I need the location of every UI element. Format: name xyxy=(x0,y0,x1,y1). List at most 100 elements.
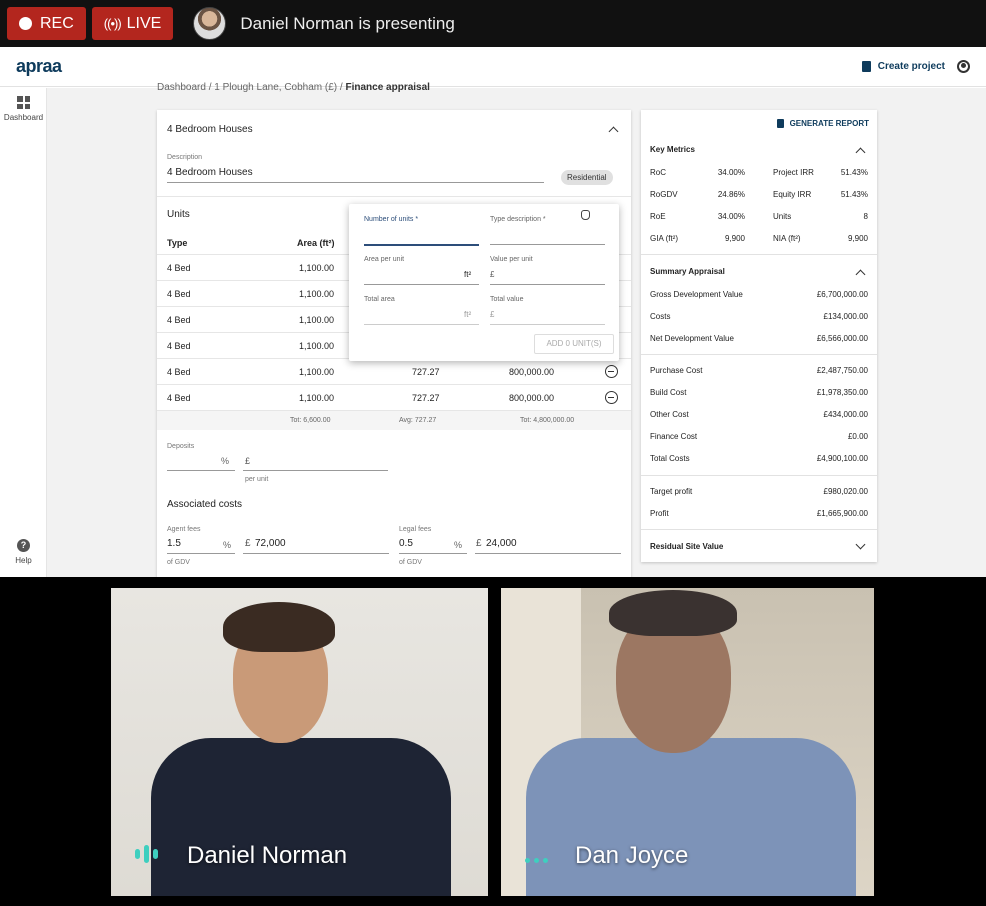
summary-label: Profit xyxy=(650,509,669,518)
value-per-unit-field[interactable] xyxy=(490,284,605,285)
units-heading: Units xyxy=(167,209,190,220)
participant-video-tile[interactable]: Dan Joyce xyxy=(501,588,874,896)
deposits-amount-field[interactable] xyxy=(243,470,388,471)
metric-value: 24.86% xyxy=(717,190,745,199)
summary-label: Purchase Cost xyxy=(650,366,703,375)
account-icon[interactable] xyxy=(957,60,970,73)
broadcast-icon: ((•)) xyxy=(103,16,122,31)
description-field[interactable]: 4 Bedroom Houses xyxy=(167,167,253,178)
summary-value: £0.00 xyxy=(847,432,868,441)
participant-video-tile[interactable]: Daniel Norman xyxy=(111,588,488,896)
table-row[interactable]: 4 Bed 1,100.00 727.27 800,000.00 xyxy=(157,358,631,384)
summary-value: £134,000.00 xyxy=(823,312,869,321)
area-per-unit-unit: ft² xyxy=(464,270,472,279)
breadcrumb-dashboard[interactable]: Dashboard xyxy=(157,82,206,93)
divider xyxy=(641,354,877,355)
remove-row-icon[interactable] xyxy=(605,391,618,404)
add-units-popover: Number of units * Type description * Are… xyxy=(349,204,619,361)
deposits-currency: £ xyxy=(245,456,251,466)
average-rate: Avg: 727.27 xyxy=(399,417,437,424)
agent-fees-amount-underline xyxy=(243,553,389,554)
divider xyxy=(641,254,877,255)
total-area: Tot: 6,600.00 xyxy=(290,417,331,424)
metric-value: 51.43% xyxy=(840,168,868,177)
row-type: 4 Bed xyxy=(167,393,191,403)
metric-label: Project IRR xyxy=(773,168,814,177)
summary-chevron-icon[interactable] xyxy=(855,269,866,280)
area-per-unit-field[interactable] xyxy=(364,284,479,285)
type-description-field[interactable] xyxy=(490,244,605,245)
row-type: 4 Bed xyxy=(167,263,191,273)
metric-label: NIA (ft²) xyxy=(773,234,801,243)
row-type: 4 Bed xyxy=(167,315,191,325)
live-button[interactable]: ((•)) LIVE xyxy=(91,7,174,40)
residual-site-value-title[interactable]: Residual Site Value xyxy=(650,542,723,551)
agent-fees-label: Agent fees xyxy=(167,526,201,533)
deposits-pct-field[interactable] xyxy=(167,470,235,471)
breadcrumb-current: Finance appraisal xyxy=(345,82,430,93)
number-of-units-field[interactable] xyxy=(364,244,479,246)
key-metrics-title: Key Metrics xyxy=(650,145,695,154)
legal-fees-label: Legal fees xyxy=(399,526,432,533)
table-row[interactable]: 4 Bed 1,100.00 727.27 800,000.00 xyxy=(157,384,631,410)
summary-label: Gross Development Value xyxy=(650,290,743,299)
metric-label: RoC xyxy=(650,168,667,177)
collapse-chevron-icon[interactable] xyxy=(608,126,619,137)
nav-dashboard[interactable]: Dashboard xyxy=(0,96,47,122)
summary-label: Finance Cost xyxy=(650,432,698,441)
row-area: 1,100.00 xyxy=(299,367,335,377)
legal-fees-amount-field[interactable]: 24,000 xyxy=(486,538,517,549)
app-header: apraa Create project xyxy=(0,47,986,87)
row-value: 800,000.00 xyxy=(509,393,555,403)
agent-fees-amount-field[interactable]: 72,000 xyxy=(255,538,286,549)
column-header-area: Area (ft²) xyxy=(297,238,335,248)
column-header-type: Type xyxy=(167,238,188,248)
metric-value: 34.00% xyxy=(717,168,745,177)
add-units-button[interactable]: ADD 0 UNIT(S) xyxy=(534,334,614,354)
nav-dashboard-label: Dashboard xyxy=(3,113,44,122)
associated-costs-heading: Associated costs xyxy=(167,499,243,510)
key-metrics-chevron-icon[interactable] xyxy=(855,147,866,158)
agent-fees-currency: £ xyxy=(245,538,251,549)
row-type: 4 Bed xyxy=(167,289,191,299)
metric-label: RoGDV xyxy=(650,190,678,199)
summary-label: Target profit xyxy=(650,487,693,496)
total-value-currency: £ xyxy=(490,310,495,319)
legal-fees-pct-field[interactable]: 0.5 xyxy=(399,538,413,549)
summary-value: £1,978,350.00 xyxy=(816,388,868,397)
nav-help[interactable]: ? Help xyxy=(0,539,47,565)
legal-fees-pct-underline xyxy=(399,553,467,554)
breadcrumb-project[interactable]: 1 Plough Lane, Cobham (£) xyxy=(214,82,337,93)
description-underline xyxy=(167,182,544,183)
rec-label: REC xyxy=(40,14,74,32)
app-logo[interactable]: apraa xyxy=(16,56,62,77)
summary-value: £6,700,000.00 xyxy=(816,290,868,299)
unit-group-title: 4 Bedroom Houses xyxy=(167,124,253,135)
dashboard-icon xyxy=(17,96,30,109)
row-area: 1,100.00 xyxy=(299,289,335,299)
total-value-label: Total value xyxy=(490,296,524,303)
category-chip[interactable]: Residential xyxy=(561,170,613,185)
metric-value: 9,900 xyxy=(847,234,868,243)
create-project-button[interactable]: Create project xyxy=(878,61,945,72)
row-rate: 727.27 xyxy=(412,393,440,403)
report-icon xyxy=(776,119,784,128)
summary-label: Total Costs xyxy=(650,454,690,463)
metric-value: 51.43% xyxy=(840,190,868,199)
left-nav: Dashboard ? Help xyxy=(0,88,47,577)
per-unit-helper: per unit xyxy=(245,476,269,483)
summary-value: £2,487,750.00 xyxy=(816,366,868,375)
totals-row: Tot: 6,600.00 Avg: 727.27 Tot: 4,800,000… xyxy=(157,410,631,430)
remove-row-icon[interactable] xyxy=(605,365,618,378)
nav-help-label: Help xyxy=(15,556,32,565)
participant-name: Daniel Norman xyxy=(187,842,348,869)
generate-report-button[interactable]: GENERATE REPORT xyxy=(776,119,869,128)
summary-value: £6,566,000.00 xyxy=(816,334,868,343)
participant-video-body xyxy=(151,738,451,896)
metric-label: RoE xyxy=(650,212,666,221)
residual-chevron-icon[interactable] xyxy=(855,539,866,550)
rec-button[interactable]: REC xyxy=(7,7,86,40)
total-area-label: Total area xyxy=(364,296,395,303)
agent-fees-pct-field[interactable]: 1.5 xyxy=(167,538,181,549)
metric-label: Equity IRR xyxy=(773,190,812,199)
